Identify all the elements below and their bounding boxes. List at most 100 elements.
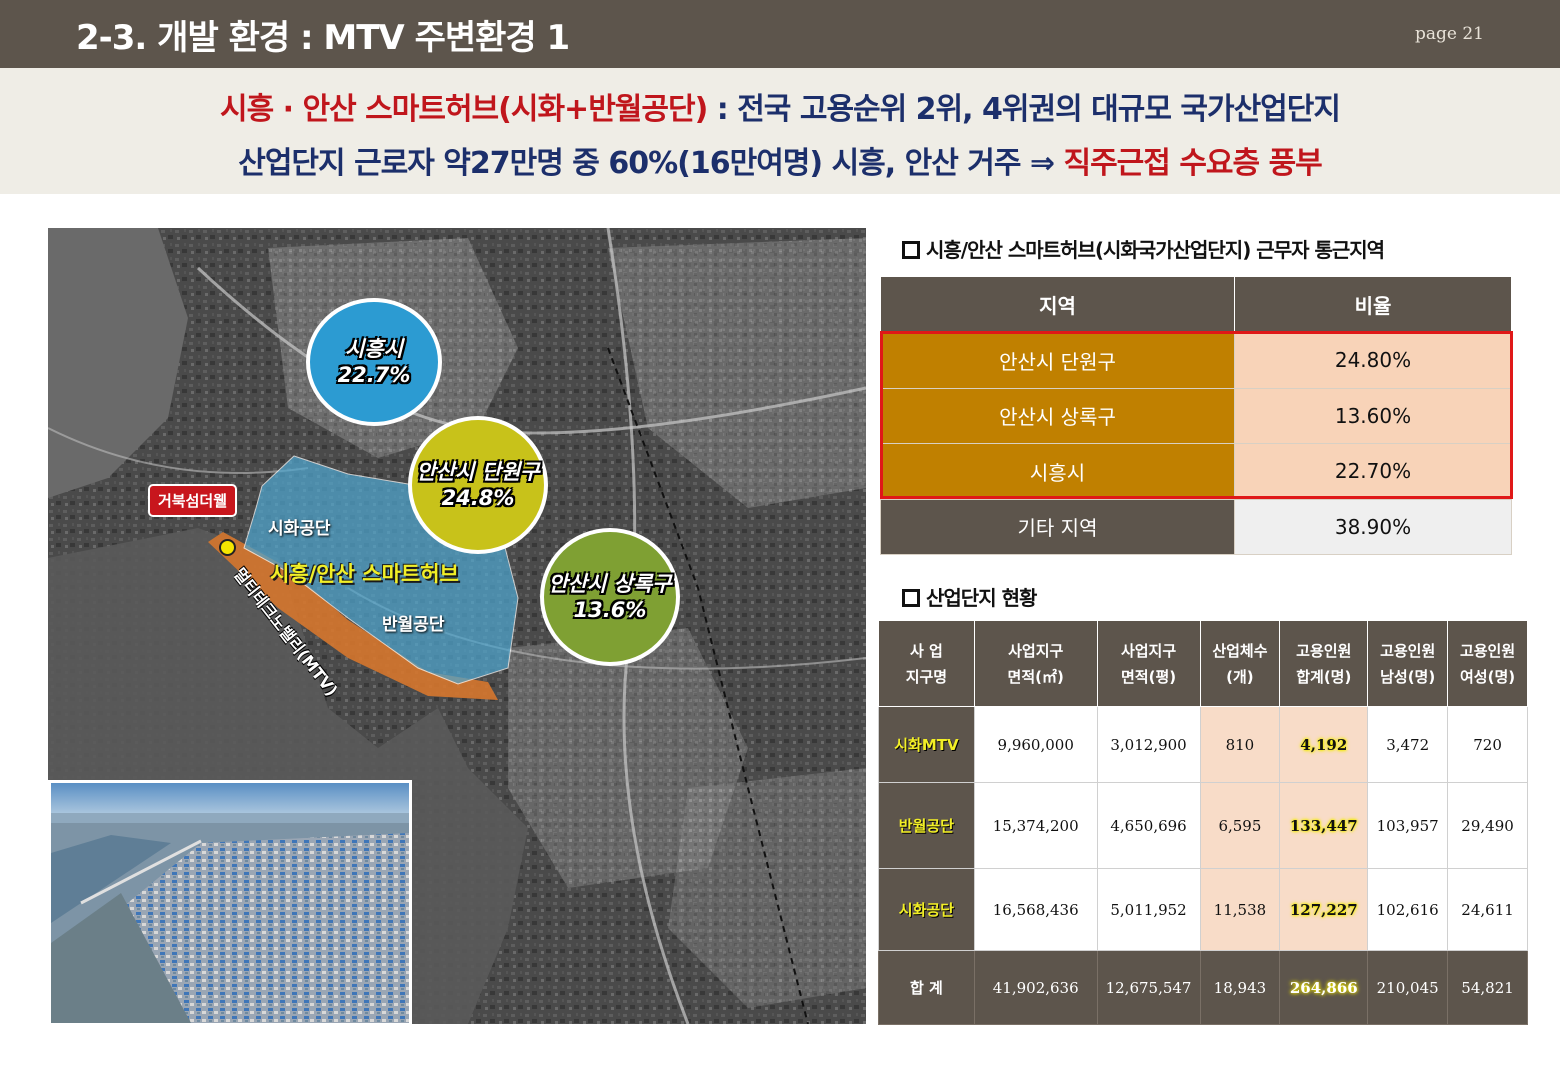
employees-total: 127,227: [1279, 868, 1369, 951]
subtitle-highlight-2: 직주근접 수요층 풍부: [1063, 146, 1322, 181]
total-row: 합 계 41,902,636 12,675,547 18,943 264,866…: [878, 950, 1528, 1025]
commute-ratio: 22.70%: [1234, 443, 1512, 500]
location-pin-icon: [219, 539, 236, 556]
table-row: 시화공단 16,568,436 5,011,952 11,538 127,227…: [878, 868, 1528, 951]
subtitle-highlight-1: 시흥 · 안산 스마트허브(시화+반월공단): [220, 92, 708, 127]
header-employees-total: 고용인원합계(명): [1279, 620, 1369, 707]
header-line: 고용인원: [1459, 641, 1516, 660]
subtitle-line-2: 산업단지 근로자 약27만명 중 60%(16만여명) 시흥, 안산 거주 ⇒ …: [0, 138, 1560, 182]
area-py: 4,650,696: [1096, 782, 1201, 869]
commute-ratio: 24.80%: [1234, 332, 1512, 389]
commute-ratio: 13.60%: [1234, 387, 1512, 444]
area-py: 3,012,900: [1096, 706, 1201, 783]
sihwa-label: 시화공단: [268, 519, 331, 539]
header-line: 지구명: [905, 667, 948, 686]
table-row: 반월공단 15,374,200 4,650,696 6,595 133,447 …: [878, 782, 1528, 869]
header-bar: 2-3. 개발 환경 : MTV 주변환경 1 page 21: [0, 0, 1560, 68]
checkbox-square-icon: [902, 241, 920, 259]
commute-header-ratio: 비율: [1234, 276, 1512, 333]
header-area-py: 사업지구면적(평): [1096, 620, 1201, 707]
table-row: 시화MTV 9,960,000 3,012,900 810 4,192 3,47…: [878, 706, 1528, 783]
header-line: 여성(명): [1459, 667, 1516, 686]
slide: 2-3. 개발 환경 : MTV 주변환경 1 page 21 시흥 · 안산 …: [0, 0, 1560, 1080]
companies: 810: [1199, 706, 1281, 783]
header-line: 합계(명): [1296, 667, 1352, 686]
header-district: 사 업지구명: [878, 620, 975, 707]
employees-female: 29,490: [1447, 782, 1528, 869]
subtitle-band: 시흥 · 안산 스마트허브(시화+반월공단) : 전국 고용순위 2위, 4위권…: [0, 68, 1560, 194]
employees-male: 102,616: [1367, 868, 1449, 951]
table-row: 안산시 단원구 24.80%: [880, 332, 1512, 389]
commute-region: 시흥시: [880, 443, 1235, 500]
companies: 6,595: [1199, 782, 1281, 869]
industrial-title-text: 산업단지 현황: [926, 586, 1037, 610]
employees-male: 103,957: [1367, 782, 1449, 869]
commute-title-text: 시흥/안산 스마트허브(시화국가산업단지) 근무자 통근지역: [926, 238, 1385, 262]
header-line: 사업지구: [1120, 641, 1177, 660]
checkbox-square-icon: [902, 589, 920, 607]
subtitle-text-1: : 전국 고용순위 2위, 4위권의 대규모 국가산업단지: [707, 92, 1341, 127]
hub-label: 시흥/안산 스마트허브: [270, 562, 459, 586]
commute-region: 기타 지역: [880, 498, 1235, 555]
header-line: 사 업: [909, 641, 943, 660]
companies: 11,538: [1199, 868, 1281, 951]
table-row: 안산시 상록구 13.60%: [880, 387, 1512, 444]
commute-header-region: 지역: [880, 276, 1235, 333]
header-line: 면적(평): [1120, 667, 1177, 686]
bubble-sangnok-value: 13.6%: [573, 598, 647, 622]
header-area-m2: 사업지구면적(㎡): [973, 620, 1098, 707]
bubble-danwon: 안산시 단원구 24.8%: [408, 416, 548, 554]
total-area-m2: 41,902,636: [973, 950, 1098, 1025]
header-line: 남성(명): [1380, 667, 1436, 686]
bubble-danwon-name: 안산시 단원구: [416, 460, 540, 484]
industrial-section-title: 산업단지 현황: [902, 582, 1037, 611]
header-employees-female: 고용인원여성(명): [1447, 620, 1528, 707]
header-line: 사업지구: [1008, 641, 1064, 660]
header-line: (개): [1226, 667, 1254, 686]
aerial-photo: [48, 780, 412, 1026]
subtitle-text-2: 산업단지 근로자 약27만명 중 60%(16만여명) 시흥, 안산 거주 ⇒: [238, 146, 1064, 181]
area-m2: 16,568,436: [973, 868, 1098, 951]
industrial-table: 사 업지구명 사업지구면적(㎡) 사업지구면적(평) 산업체수 (개) 고용인원합…: [878, 620, 1528, 1025]
table-row: 기타 지역 38.90%: [880, 498, 1512, 555]
area-m2: 15,374,200: [973, 782, 1098, 869]
area-m2: 9,960,000: [973, 706, 1098, 783]
commute-region: 안산시 상록구: [880, 387, 1235, 444]
page-title: 2-3. 개발 환경 : MTV 주변환경 1: [76, 18, 570, 58]
commute-table: 지역 비율 안산시 단원구 24.80% 안산시 상록구 13.60% 시흥시 …: [880, 276, 1512, 555]
employees-total: 4,192: [1279, 706, 1369, 783]
total-female: 54,821: [1447, 950, 1528, 1025]
area-py: 5,011,952: [1096, 868, 1201, 951]
district-name: 시화공단: [878, 868, 975, 951]
bubble-siheung: 시흥시 22.7%: [306, 298, 442, 426]
header-employees-male: 고용인원남성(명): [1367, 620, 1449, 707]
header-line: 고용인원: [1380, 641, 1436, 660]
header-line: 면적(㎡): [1007, 667, 1064, 686]
header-line: 산업체수: [1212, 641, 1268, 660]
banwol-label: 반월공단: [382, 615, 445, 635]
commute-header-row: 지역 비율: [880, 276, 1512, 333]
bubble-siheung-value: 22.7%: [337, 363, 411, 387]
total-area-py: 12,675,547: [1096, 950, 1201, 1025]
commute-section-title: 시흥/안산 스마트허브(시화국가산업단지) 근무자 통근지역: [902, 234, 1385, 263]
bubble-danwon-value: 24.8%: [441, 486, 515, 510]
employees-female: 720: [1447, 706, 1528, 783]
district-name: 시화MTV: [878, 706, 975, 783]
commute-region: 안산시 단원구: [880, 332, 1235, 389]
bubble-siheung-name: 시흥시: [345, 337, 403, 361]
total-companies: 18,943: [1199, 950, 1281, 1025]
page-number: page 21: [1415, 24, 1484, 44]
employees-total: 133,447: [1279, 782, 1369, 869]
total-employees: 264,866: [1279, 950, 1369, 1025]
table-row: 시흥시 22.70%: [880, 443, 1512, 500]
total-label: 합 계: [878, 950, 975, 1025]
property-callout: 거북섬더웰: [148, 484, 238, 517]
industrial-header-row: 사 업지구명 사업지구면적(㎡) 사업지구면적(평) 산업체수 (개) 고용인원합…: [878, 620, 1528, 707]
commute-ratio: 38.90%: [1234, 498, 1512, 555]
employees-female: 24,611: [1447, 868, 1528, 951]
district-name: 반월공단: [878, 782, 975, 869]
header-line: 고용인원: [1296, 641, 1352, 660]
total-male: 210,045: [1367, 950, 1449, 1025]
bubble-sangnok-name: 안산시 상록구: [548, 572, 672, 596]
aerial-photo-image: [51, 783, 409, 1023]
